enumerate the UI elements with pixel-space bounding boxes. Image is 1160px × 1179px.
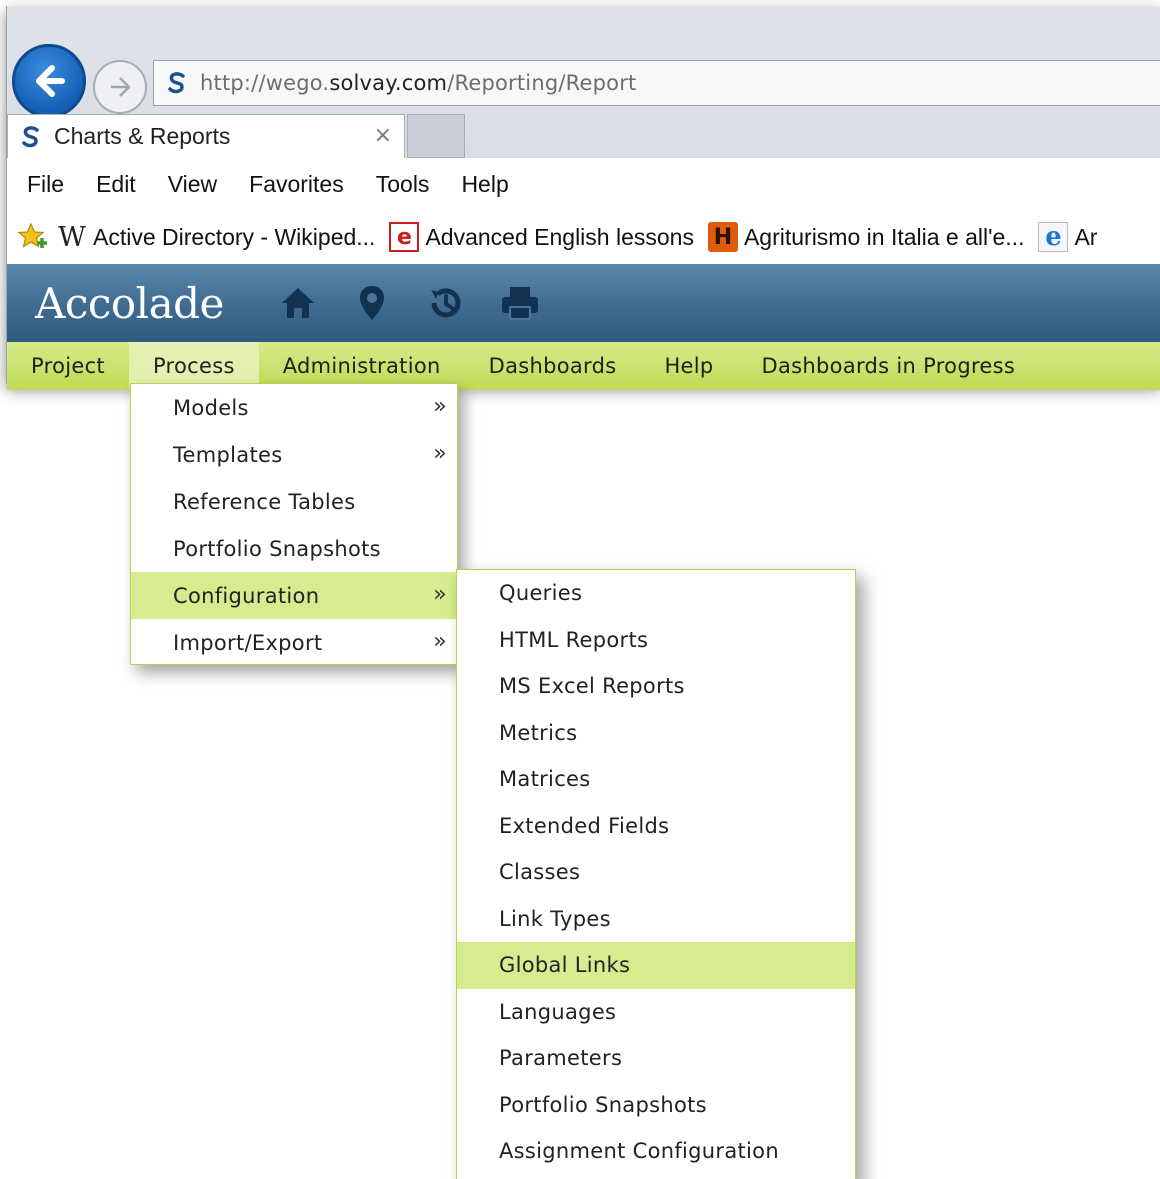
favorites-star-icon — [17, 222, 47, 248]
new-tab-button[interactable] — [407, 114, 465, 158]
tab-close-icon[interactable]: × — [374, 123, 392, 148]
print-icon[interactable] — [498, 281, 542, 325]
menu-item-portfolio-snapshots[interactable]: Portfolio Snapshots — [131, 525, 457, 572]
configuration-submenu: Queries HTML Reports MS Excel Reports Me… — [456, 569, 856, 1179]
home-icon[interactable] — [276, 281, 320, 325]
app-logo[interactable]: Accolade — [35, 279, 224, 328]
menu-item-templates[interactable]: Templates » — [131, 431, 457, 478]
menu-item-matrices[interactable]: Matrices — [457, 756, 855, 803]
submenu-chevron-icon: » — [433, 441, 447, 466]
menu-item-ms-excel-reports[interactable]: MS Excel Reports — [457, 663, 855, 710]
browser-window: http://wego.solvay.com/Reporting/Report … — [6, 6, 1160, 390]
menu-tools[interactable]: Tools — [376, 171, 430, 198]
tab-charts-reports[interactable]: Charts & Reports × — [7, 114, 405, 158]
menu-item-html-reports[interactable]: HTML Reports — [457, 617, 855, 664]
nav-project[interactable]: Project — [7, 342, 129, 390]
menu-item-languages[interactable]: Languages — [457, 989, 855, 1036]
menu-item-parameters[interactable]: Parameters — [457, 1035, 855, 1082]
menu-item-import-export[interactable]: Import/Export » — [131, 619, 457, 666]
submenu-chevron-icon: » — [433, 582, 447, 607]
nav-dashboards[interactable]: Dashboards — [465, 342, 641, 390]
back-arrow-icon — [36, 65, 65, 97]
nav-help[interactable]: Help — [640, 342, 737, 390]
h-agriturismo-icon: H — [707, 222, 738, 252]
menu-item-classes[interactable]: Classes — [457, 849, 855, 896]
menu-item-global-links[interactable]: Global Links — [457, 942, 855, 989]
app-toolbar — [276, 281, 542, 325]
menu-item-metrics[interactable]: Metrics — [457, 710, 855, 757]
address-bar[interactable]: http://wego.solvay.com/Reporting/Report — [153, 60, 1160, 106]
menu-edit[interactable]: Edit — [96, 171, 136, 198]
location-pin-icon[interactable] — [350, 281, 394, 325]
menu-help[interactable]: Help — [461, 171, 508, 198]
url-text: http://wego.solvay.com/Reporting/Report — [200, 71, 637, 95]
menu-item-portfolio-snapshots-config[interactable]: Portfolio Snapshots — [457, 1082, 855, 1129]
e-lessons-icon: e — [389, 222, 420, 252]
browser-menu-bar: File Edit View Favorites Tools Help — [7, 158, 1160, 210]
menu-item-queries[interactable]: Queries — [457, 570, 855, 617]
solvay-favicon-icon — [164, 70, 190, 96]
favorite-item[interactable]: e Ar — [1038, 222, 1097, 252]
solvay-favicon-icon — [18, 124, 44, 150]
submenu-chevron-icon: » — [433, 629, 447, 654]
submenu-chevron-icon: » — [433, 394, 447, 419]
history-icon[interactable] — [424, 281, 468, 325]
favorites-bar: W Active Directory - Wikiped... e Advanc… — [7, 210, 1160, 264]
menu-item-reference-tables[interactable]: Reference Tables — [131, 478, 457, 525]
tab-title: Charts & Reports — [54, 123, 231, 149]
menu-item-models[interactable]: Models » — [131, 384, 457, 431]
menu-item-configuration[interactable]: Configuration » — [131, 572, 457, 619]
app-header: Accolade — [7, 264, 1160, 342]
menu-item-link-types[interactable]: Link Types — [457, 896, 855, 943]
menu-file[interactable]: File — [27, 171, 64, 198]
wikipedia-icon: W — [58, 221, 86, 253]
menu-view[interactable]: View — [168, 171, 217, 198]
process-dropdown-menu: Models » Templates » Reference Tables Po… — [130, 383, 458, 665]
menu-item-assignment-configuration[interactable]: Assignment Configuration — [457, 1128, 855, 1175]
forward-arrow-icon — [111, 77, 131, 97]
favorites-star-button[interactable] — [17, 221, 49, 253]
favorite-item[interactable]: W Active Directory - Wikiped... — [57, 221, 375, 253]
ie-page-icon: e — [1038, 222, 1069, 252]
favorite-item[interactable]: H Agriturismo in Italia e all'e... — [707, 222, 1024, 252]
menu-item-extended-fields[interactable]: Extended Fields — [457, 803, 855, 850]
forward-button[interactable] — [93, 60, 147, 114]
back-button[interactable] — [12, 44, 86, 118]
favorite-item[interactable]: e Advanced English lessons — [389, 222, 694, 252]
menu-favorites[interactable]: Favorites — [249, 171, 344, 198]
nav-dashboards-in-progress[interactable]: Dashboards in Progress — [738, 342, 1040, 390]
